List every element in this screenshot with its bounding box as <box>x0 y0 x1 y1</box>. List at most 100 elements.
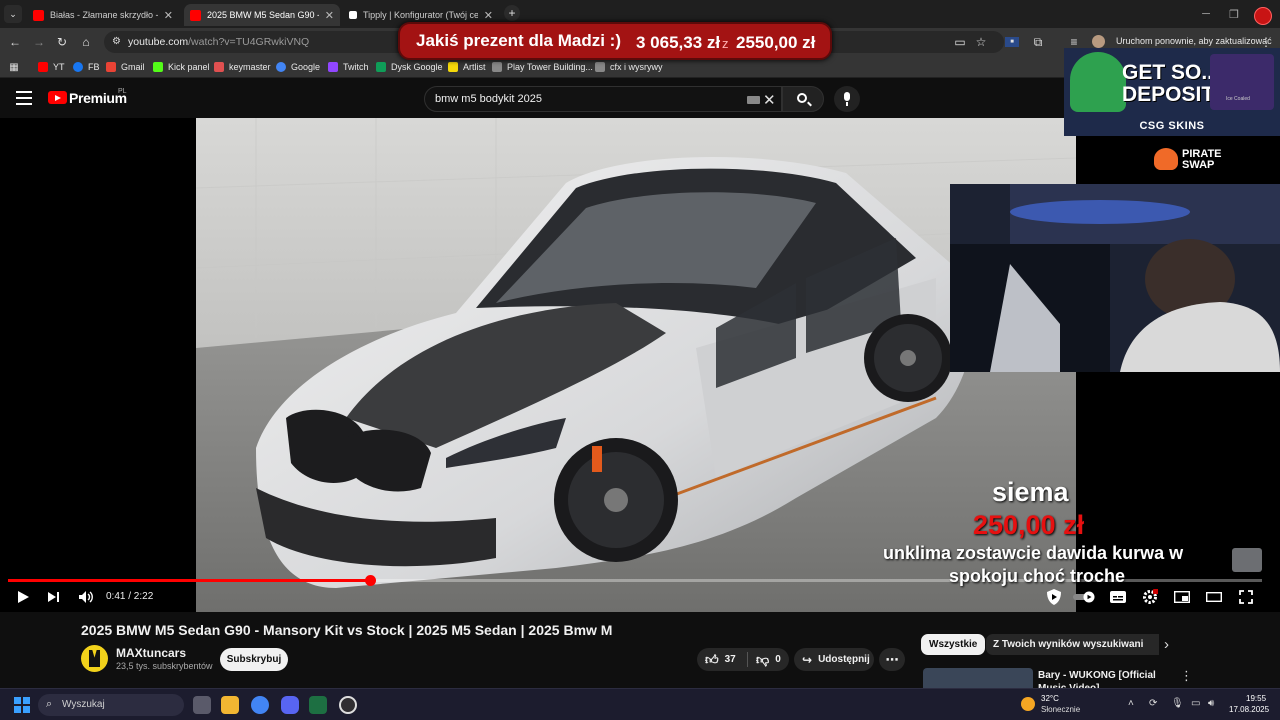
bookmark-kick-panel[interactable]: Kick panel <box>153 60 210 74</box>
donation-goal-banner: Jakiś prezent dla Madzi :) 3 065,33 zł z… <box>398 22 832 60</box>
channel-avatar[interactable] <box>81 645 108 672</box>
bookmark-cfx[interactable]: cfx i wysrywy <box>595 60 663 74</box>
apps-grid-icon[interactable]: ▦ <box>6 59 22 75</box>
keyboard-icon[interactable] <box>747 96 760 104</box>
bookmark-yt[interactable]: YT <box>38 60 65 74</box>
progress-scrubber[interactable] <box>365 575 376 586</box>
ad-brand: CSG SKINS <box>1139 120 1205 132</box>
like-count: 37 <box>724 654 736 665</box>
file-explorer-icon[interactable] <box>221 696 239 714</box>
volume-icon[interactable] <box>77 588 95 606</box>
speaker-icon[interactable]: 🔊︎ <box>1208 698 1214 709</box>
weather-temperature[interactable]: 32°C <box>1041 694 1059 703</box>
fullscreen-icon[interactable] <box>1237 588 1255 606</box>
chevron-up-icon[interactable]: ˄ <box>1128 698 1134 709</box>
recommendation-thumbnail[interactable] <box>923 668 1033 688</box>
task-view-icon[interactable] <box>193 696 211 714</box>
video-thumbnail-overlay[interactable] <box>1232 548 1262 572</box>
bookmark-drive[interactable]: Dysk Google <box>376 60 443 74</box>
donation-alert-donor: siema <box>992 477 1069 507</box>
youtube-icon <box>38 62 48 72</box>
extensions-puzzle-icon[interactable]: ⧉ <box>1030 34 1046 50</box>
discord-icon[interactable] <box>281 696 299 714</box>
streamer-webcam <box>950 184 1280 372</box>
home-icon[interactable]: ⌂ <box>78 34 94 50</box>
profile-avatar[interactable] <box>1254 7 1272 25</box>
restart-update-button[interactable]: Uruchom ponownie, aby zaktualizować <box>1116 36 1272 46</box>
like-button[interactable]: 👍︎ 37 <box>697 652 747 668</box>
network-icon[interactable]: ▭ <box>1191 698 1200 709</box>
install-app-icon[interactable]: ▭ <box>952 34 968 50</box>
tab-close-icon[interactable]: ✕ <box>164 9 173 22</box>
bookmark-gmail[interactable]: Gmail <box>106 60 145 74</box>
extension-icon[interactable]: ■ <box>1005 37 1019 47</box>
tab-title: Białas - Złamane skrzydło - You <box>50 10 158 20</box>
artlist-icon <box>448 62 458 72</box>
new-tab-button[interactable]: + <box>504 5 520 21</box>
subtitles-icon[interactable] <box>1109 588 1127 606</box>
search-button[interactable] <box>782 86 824 112</box>
theater-mode-icon[interactable] <box>1205 588 1223 606</box>
chip-more[interactable] <box>1143 634 1159 655</box>
channel-name[interactable]: MAXtuncars <box>116 646 186 660</box>
dislike-button[interactable]: 👎︎ 0 <box>748 652 781 668</box>
autoplay-toggle[interactable] <box>1073 588 1097 606</box>
tab-close-icon[interactable]: ✕ <box>484 9 493 22</box>
forward-icon[interactable]: → <box>31 34 47 50</box>
chevron-right-icon[interactable]: › <box>1164 636 1169 653</box>
excel-icon[interactable] <box>309 696 327 714</box>
dislike-count: 0 <box>775 654 781 665</box>
subscribe-button[interactable]: Subskrybuj <box>220 648 288 671</box>
microphone-icon[interactable]: 🎙︎ <box>1171 698 1184 709</box>
tab-bmw[interactable]: 2025 BMW M5 Sedan G90 - M ✕ <box>184 4 340 26</box>
chip-from-search[interactable]: Z Twoich wyników wyszukiwania <box>986 634 1156 655</box>
chip-all[interactable]: Wszystkie <box>921 634 986 655</box>
tab-close-icon[interactable]: ✕ <box>325 9 334 22</box>
clear-search-icon[interactable]: ✕ <box>763 91 776 109</box>
video-frame[interactable] <box>196 118 1076 612</box>
menu-hamburger-icon[interactable] <box>16 91 32 105</box>
recommendation-menu-icon[interactable]: ⋮ <box>1180 668 1193 684</box>
bookmark-star-icon[interactable]: ☆ <box>973 34 989 50</box>
bookmark-twitch[interactable]: Twitch <box>328 60 369 74</box>
video-player[interactable]: 0:41 / 2:22 <box>0 118 1280 612</box>
back-icon[interactable]: ← <box>7 34 23 50</box>
roblox-icon <box>492 62 502 72</box>
sponsorblock-icon[interactable] <box>1045 588 1063 606</box>
bookmark-google[interactable]: Google <box>276 60 320 74</box>
taskbar-search[interactable]: ⌕ Wyszukaj <box>38 694 184 716</box>
account-avatar[interactable] <box>1092 35 1105 48</box>
donation-alert-amount: 250,00 zł <box>973 510 1085 540</box>
next-icon[interactable] <box>45 588 63 606</box>
bookmark-keymaster[interactable]: keymaster <box>214 60 271 74</box>
site-info-icon[interactable]: ⚙ <box>112 36 121 47</box>
region-code: PL <box>118 88 127 95</box>
bookmark-play-tower[interactable]: Play Tower Building... <box>492 60 593 74</box>
keymaster-icon <box>214 62 224 72</box>
weather-icon[interactable] <box>1021 697 1035 711</box>
bookmark-artlist[interactable]: Artlist <box>448 60 486 74</box>
weapon-caption: Ice Coaled <box>1226 96 1250 102</box>
maximize-button[interactable]: ❐ <box>1218 0 1250 28</box>
obs-icon[interactable] <box>339 696 357 714</box>
share-button[interactable]: ↪ Udostępnij <box>794 648 874 671</box>
search-input[interactable]: bmw m5 bodykit 2025 ✕ <box>424 86 782 112</box>
pirate-logo-icon <box>1154 148 1178 170</box>
reload-icon[interactable]: ↻ <box>54 34 70 50</box>
chrome-icon[interactable] <box>251 696 269 714</box>
sync-icon[interactable]: ⟳ <box>1149 698 1157 709</box>
play-icon[interactable] <box>14 588 32 606</box>
more-actions-button[interactable]: ⋯ <box>879 648 905 671</box>
tab-search-icon[interactable]: ⌄ <box>4 5 22 23</box>
clock-time[interactable]: 19:55 <box>1246 694 1266 703</box>
youtube-logo-icon[interactable] <box>48 91 67 104</box>
weather-description[interactable]: Słonecznie <box>1041 705 1080 714</box>
miniplayer-icon[interactable] <box>1173 588 1191 606</box>
clock-date[interactable]: 17.08.2025 <box>1229 705 1269 714</box>
bookmark-fb[interactable]: FB <box>73 60 100 74</box>
progress-played <box>8 579 370 582</box>
tab-bialas[interactable]: Białas - Złamane skrzydło - You ✕ <box>27 4 179 26</box>
windows-start-icon[interactable] <box>14 697 30 713</box>
voice-search-icon[interactable] <box>834 86 860 112</box>
settings-gear-icon[interactable] <box>1141 588 1159 606</box>
